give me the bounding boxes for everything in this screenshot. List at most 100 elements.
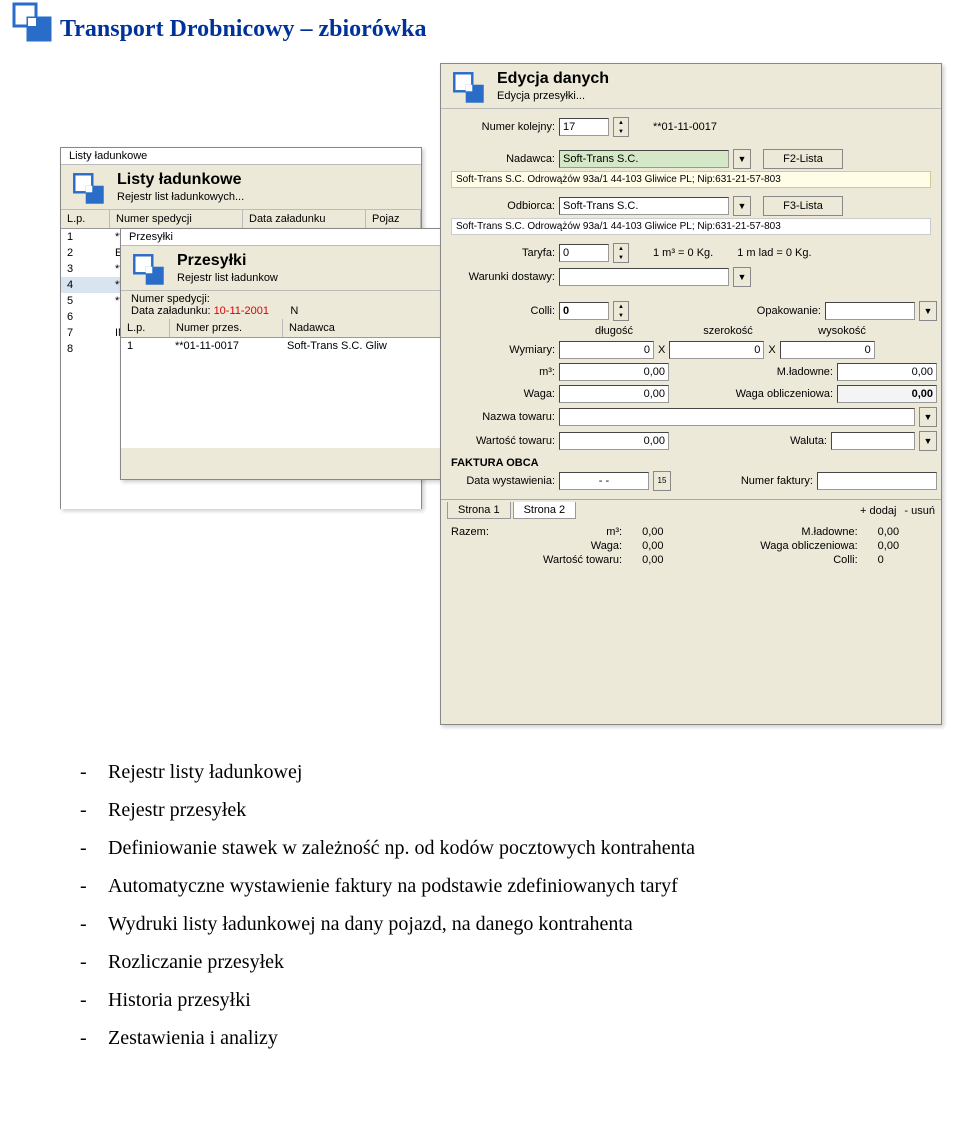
doc-logo-icon [10, 0, 54, 47]
nadawca-input[interactable] [559, 150, 729, 168]
data-zaladunku-label: Data załadunku: [131, 305, 211, 317]
sum-m3-label: m³: [524, 526, 622, 538]
waluta-label: Waluta: [697, 435, 827, 447]
spin-button[interactable]: ▲▼ [613, 301, 629, 321]
nazwa-towaru-input[interactable] [559, 408, 915, 426]
col-lp[interactable]: L.p. [121, 319, 170, 337]
szerokosc-input[interactable] [669, 341, 764, 359]
dropdown-icon[interactable]: ▼ [733, 196, 751, 216]
app-logo-icon [71, 171, 107, 207]
numer-spedycji-label: Numer spedycji: [131, 293, 210, 305]
waga-obl-value [837, 385, 937, 403]
dropdown-icon[interactable]: ▼ [919, 407, 937, 427]
col-pojazd[interactable]: Pojaz [366, 210, 421, 228]
spin-button[interactable]: ▲▼ [613, 117, 629, 137]
przesylki-header: Przesyłki [177, 252, 278, 270]
dim-wysokosc-label: wysokość [787, 325, 897, 337]
spin-button[interactable]: ▲▼ [613, 243, 629, 263]
opakowanie-input[interactable] [825, 302, 915, 320]
waga-obl-label: Waga obliczeniowa: [703, 388, 833, 400]
bullet-item: Wydruki listy ładunkowej na dany pojazd,… [108, 905, 633, 943]
app-logo-icon [131, 252, 167, 288]
data-wystawienia-label: Data wystawienia: [445, 475, 555, 487]
window-edycja-danych: Edycja danych Edycja przesyłki... Numer … [440, 63, 942, 725]
sum-wagaobl-label: Waga obliczeniowa: [715, 540, 857, 552]
dropdown-icon[interactable]: ▼ [919, 301, 937, 321]
doc-title: Transport Drobnicowy – zbiorówka [60, 16, 940, 43]
bullet-item: Historia przesyłki [108, 981, 251, 1019]
odbiorca-input[interactable] [559, 197, 729, 215]
m3-input[interactable] [559, 363, 669, 381]
usun-button[interactable]: - usuń [904, 505, 935, 517]
edycja-header: Edycja danych [497, 70, 609, 88]
mladowne-input[interactable] [837, 363, 937, 381]
f2-lista-button[interactable]: F2-Lista [763, 149, 843, 169]
wymiary-label: Wymiary: [445, 344, 555, 356]
numer-kolejny-label: Numer kolejny: [445, 121, 555, 133]
waga-input[interactable] [559, 385, 669, 403]
sum-waga-value: 0,00 [642, 540, 695, 552]
odbiorca-label: Odbiorca: [445, 200, 555, 212]
przesylki-subheader: Rejestr list ładunkow [177, 272, 278, 284]
taryfa-input[interactable] [559, 244, 609, 262]
dim-szerokosc-label: szerokość [673, 325, 783, 337]
bullet-item: Rejestr listy ładunkowej [108, 753, 302, 791]
data-wystawienia-input[interactable] [559, 472, 649, 490]
faktura-obca-header: FAKTURA OBCA [441, 453, 941, 469]
sum-waga-label: Waga: [524, 540, 622, 552]
numer-faktury-label: Numer faktury: [703, 475, 813, 487]
colli-input[interactable] [559, 302, 609, 320]
dropdown-icon[interactable]: ▼ [919, 431, 937, 451]
sum-mladowne-label: M.ładowne: [715, 526, 857, 538]
odbiorca-address: Soft-Trans S.C. Odrowążów 93a/1 44-103 G… [451, 218, 931, 235]
nadawca-label: Nadawca: [445, 153, 555, 165]
bullet-item: Rejestr przesyłek [108, 791, 246, 829]
nadawca-address: Soft-Trans S.C. Odrowążów 93a/1 44-103 G… [451, 171, 931, 188]
feature-list: -Rejestr listy ładunkowej -Rejestr przes… [60, 753, 940, 1057]
nazwa-towaru-label: Nazwa towaru: [445, 411, 555, 423]
table-row[interactable]: 1**01-11-0017Soft-Trans S.C. Gliw [121, 338, 441, 354]
calendar-icon[interactable]: 15 [653, 471, 671, 491]
col-nadawca[interactable]: Nadawca [283, 319, 441, 337]
taryfa-label: Taryfa: [445, 247, 555, 259]
dodaj-button[interactable]: + dodaj [860, 505, 896, 517]
sum-wagaobl-value: 0,00 [878, 540, 931, 552]
sum-colli-value: 0 [878, 554, 931, 566]
edycja-subheader: Edycja przesyłki... [497, 90, 609, 102]
data-zaladunku-value: 10-11-2001 [214, 305, 269, 317]
tab-strona1[interactable]: Strona 1 [447, 502, 511, 519]
dropdown-icon[interactable]: ▼ [733, 267, 751, 287]
listy-header: Listy ładunkowe [117, 171, 244, 189]
wartosc-towaru-input[interactable] [559, 432, 669, 450]
col-lp[interactable]: L.p. [61, 210, 110, 228]
listy-subheader: Rejestr list ładunkowych... [117, 191, 244, 203]
bullet-item: Rozliczanie przesyłek [108, 943, 284, 981]
warunki-label: Warunki dostawy: [445, 271, 555, 283]
col-numer-przes[interactable]: Numer przes. [170, 319, 283, 337]
colli-label: Colli: [445, 305, 555, 317]
col-data[interactable]: Data załadunku [243, 210, 366, 228]
f3-lista-button[interactable]: F3-Lista [763, 196, 843, 216]
col-numer[interactable]: Numer spedycji [110, 210, 243, 228]
wartosc-towaru-label: Wartość towaru: [445, 435, 555, 447]
przesylki-table: L.p. Numer przes. Nadawca 1**01-11-0017S… [121, 319, 441, 448]
numer-ref-label: **01-11-0017 [653, 121, 717, 133]
sum-m3-value: 0,00 [642, 526, 695, 538]
sum-colli-label: Colli: [715, 554, 857, 566]
numer-faktury-input[interactable] [817, 472, 937, 490]
tab-strona2[interactable]: Strona 2 [513, 502, 577, 519]
dropdown-icon[interactable]: ▼ [733, 149, 751, 169]
warunki-input[interactable] [559, 268, 729, 286]
wysokosc-input[interactable] [780, 341, 875, 359]
waluta-input[interactable] [831, 432, 915, 450]
sum-mladowne-value: 0,00 [878, 526, 931, 538]
x-label: X [768, 344, 775, 356]
x-label: X [658, 344, 665, 356]
waga-label: Waga: [445, 388, 555, 400]
titlebar-listy: Listy ładunkowe [61, 148, 421, 165]
bullet-item: Definiowanie stawek w zależność np. od k… [108, 829, 695, 867]
app-logo-icon [451, 70, 487, 106]
dlugosc-input[interactable] [559, 341, 654, 359]
numer-kolejny-input[interactable] [559, 118, 609, 136]
sum-wartosc-label: Wartość towaru: [524, 554, 622, 566]
